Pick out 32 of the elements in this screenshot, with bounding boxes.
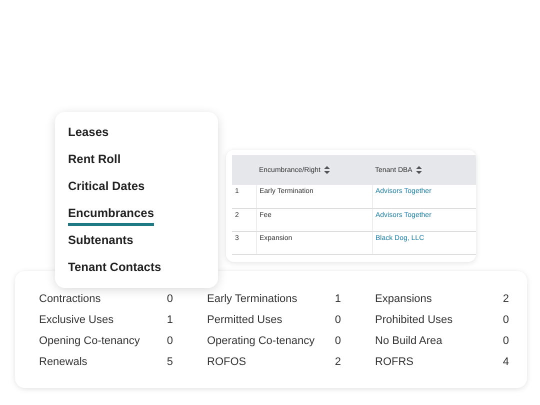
- summary-count: 0: [334, 334, 341, 349]
- menu-item[interactable]: Critical Dates: [68, 176, 145, 203]
- summary-count: 5: [166, 355, 173, 370]
- summary-count: 1: [334, 292, 341, 307]
- summary-count: 0: [502, 334, 509, 349]
- summary-count: 0: [334, 313, 341, 328]
- summary-count: 2: [502, 292, 509, 307]
- summary-count: 2: [334, 355, 341, 370]
- sort-icon: [416, 166, 422, 174]
- summary-count: 0: [166, 292, 173, 307]
- summary-label: Prohibited Uses: [375, 313, 453, 328]
- summary-label: Permitted Uses: [207, 313, 282, 328]
- menu-item[interactable]: Leases: [68, 122, 109, 149]
- menu-item[interactable]: Rent Roll: [68, 149, 121, 176]
- summary-label: No Build Area: [375, 334, 442, 349]
- menu-item[interactable]: Encumbrances: [68, 203, 154, 226]
- summary-label: Early Terminations: [207, 292, 298, 307]
- menu-item[interactable]: Subtenants: [68, 230, 134, 257]
- summary-label: Operating Co-tenancy: [207, 334, 315, 349]
- summary-label: Expansions: [375, 292, 432, 307]
- summary-count: 0: [502, 313, 509, 328]
- summary-label: ROFOS: [207, 355, 246, 370]
- summary-count: 4: [502, 355, 509, 370]
- summary-label: Exclusive Uses: [39, 313, 114, 328]
- sort-icon: [324, 166, 330, 174]
- summary-count: 0: [166, 334, 173, 349]
- menu-item[interactable]: Tenant Contacts: [68, 257, 162, 284]
- summary-label: Opening Co-tenancy: [39, 334, 140, 349]
- summary-label: ROFRS: [375, 355, 414, 370]
- summary-label: Contractions: [39, 292, 101, 307]
- summary-label: Renewals: [39, 355, 88, 370]
- summary-count: 1: [166, 313, 173, 328]
